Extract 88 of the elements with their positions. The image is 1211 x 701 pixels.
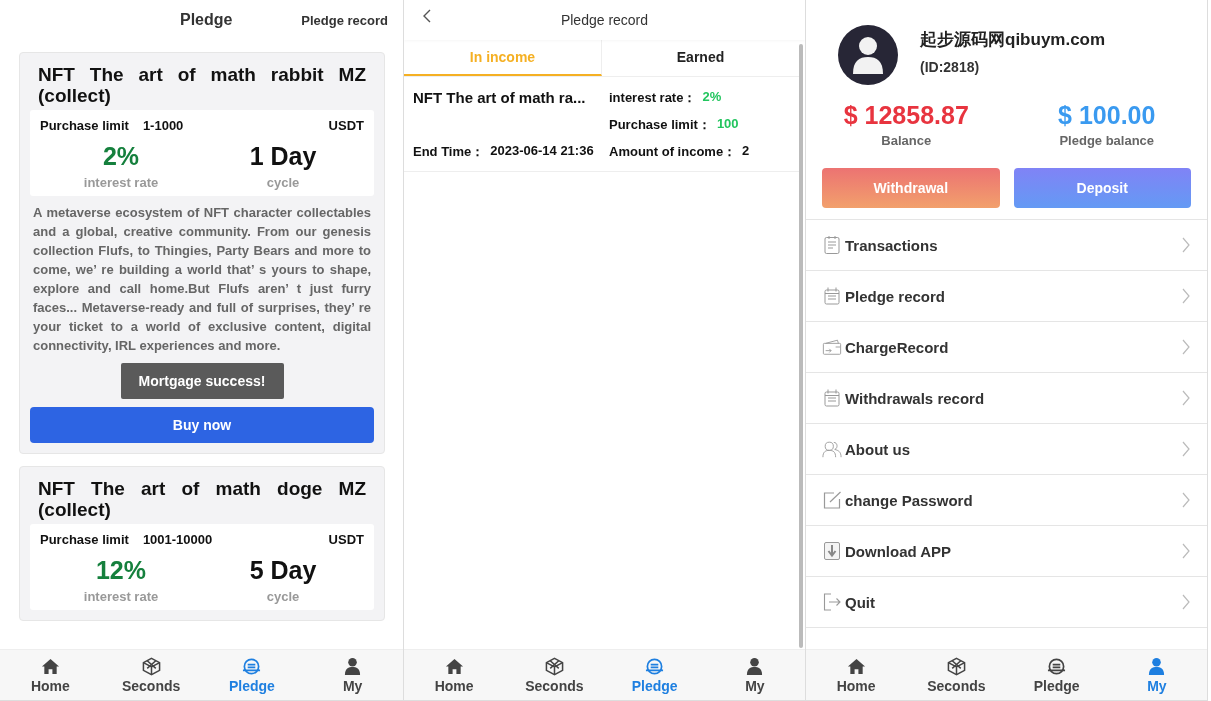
cycle-label: cycle — [266, 589, 300, 604]
chevron-right-icon — [1181, 491, 1191, 509]
pledge-icon — [645, 656, 665, 676]
user-name: 起步源码网qibuym.com — [920, 28, 1106, 51]
interest-rate-label: interest rate — [83, 589, 159, 604]
tab-bar-item[interactable]: My — [302, 650, 403, 700]
tab-bar-item[interactable]: Pledge — [1006, 650, 1107, 700]
interest-rate-value: 2% — [102, 142, 140, 171]
chevron-right-icon — [1181, 440, 1191, 458]
house-icon — [444, 656, 464, 676]
cycle-label: cycle — [266, 175, 300, 190]
balance-label: Pledge balance — [1059, 133, 1155, 148]
person-icon — [745, 656, 765, 676]
tab-bar-item[interactable]: Seconds — [100, 650, 202, 700]
person-icon — [343, 656, 363, 676]
tab-bar-item[interactable]: Home — [404, 650, 505, 700]
end-time-value: 2023-06-14 21:36 — [490, 143, 594, 160]
clipboard-icon — [822, 286, 842, 306]
page-title: Pledge — [180, 11, 233, 29]
edit-icon — [822, 490, 842, 510]
interest-rate-label: interest rate — [83, 175, 159, 190]
cube-icon — [141, 656, 161, 676]
buy-now-button[interactable]: Buy now — [30, 407, 374, 443]
record-name: NFT The art of math ra... — [413, 89, 587, 106]
chevron-right-icon — [1181, 389, 1191, 407]
download-icon — [822, 541, 842, 561]
pledge-record-link[interactable]: Pledge record — [301, 12, 388, 28]
person-icon — [1147, 656, 1167, 676]
menu-item[interactable]: change Password — [806, 475, 1207, 526]
house-icon — [846, 656, 866, 676]
back-icon[interactable] — [422, 8, 432, 24]
menu-item[interactable]: Withdrawals record — [806, 373, 1207, 424]
balance-amount: $ 12858.87 — [843, 101, 969, 130]
tab-bar-item[interactable]: My — [704, 650, 805, 700]
cube-icon — [544, 656, 564, 676]
menu-item[interactable]: Transactions — [806, 220, 1207, 271]
menu-item[interactable]: About us — [806, 424, 1207, 475]
chevron-right-icon — [1181, 542, 1191, 560]
product-title: NFT The art of math doge MZ (collect) — [37, 477, 367, 522]
interest-rate-value: 2% — [702, 89, 722, 106]
menu-item[interactable]: ChargeRecord — [806, 322, 1207, 373]
people-icon — [822, 439, 842, 459]
product-title: NFT The art of math rabbit MZ (collect) — [37, 63, 367, 108]
tab-bar-item[interactable]: Home — [0, 650, 101, 700]
card-icon — [822, 337, 842, 357]
menu-item[interactable]: Quit — [806, 577, 1207, 628]
page-title: Pledge record — [560, 12, 649, 28]
tab-bar-item[interactable]: Seconds — [504, 650, 605, 700]
purchase-limit-label: Purchase limit： — [609, 116, 711, 134]
purchase-limit-label: Purchase limit — [40, 118, 129, 133]
chevron-right-icon — [1181, 338, 1191, 356]
cycle-value: 1 Day — [249, 142, 317, 171]
purchase-limit-value: 1-1000 — [142, 118, 184, 133]
user-id: (ID:2818) — [920, 58, 981, 75]
pledge-icon — [242, 656, 262, 676]
document-icon — [822, 235, 842, 255]
tab-bar-item[interactable]: Pledge — [201, 650, 303, 700]
income-amount-value: 2 — [742, 143, 750, 160]
purchase-limit-value: 100 — [716, 116, 739, 133]
chevron-right-icon — [1181, 593, 1191, 611]
tab-bar-item[interactable]: Seconds — [906, 650, 1007, 700]
chevron-right-icon — [1181, 287, 1191, 305]
scrollbar[interactable] — [799, 44, 803, 648]
currency-label: USDT — [328, 118, 364, 133]
house-icon — [40, 656, 60, 676]
balance-amount: $ 100.00 — [1058, 101, 1156, 130]
currency-label: USDT — [328, 532, 364, 547]
product-description: A metaverse ecosystem of NFT character collectables and a global, creative community. From our genesis collection Flufs, to Thingies, Party Bears and more to come, we’ re building a world that’ s yours to shape, explore and call home.But Flufs aren’ t just furry faces... Metaverse-ready and full of surprises, they’ re your ticket to a world of exclusive content, digital connectivity, IRL experiences and more. — [33, 204, 371, 355]
tab-bar-item[interactable]: My — [1106, 650, 1207, 700]
menu-item[interactable]: Pledge record — [806, 271, 1207, 322]
income-amount-label: Amount of income： — [609, 143, 737, 161]
purchase-limit-label: Purchase limit — [40, 532, 129, 547]
clipboard-icon — [822, 388, 842, 408]
exit-icon — [822, 592, 842, 612]
purchase-limit-value: 1001-10000 — [142, 532, 213, 547]
interest-rate-value: 12% — [95, 556, 146, 585]
toast-message: Mortgage success! — [120, 363, 284, 399]
tab-bar-item[interactable]: Pledge — [604, 650, 705, 700]
tab-bar-item[interactable]: Home — [806, 650, 907, 700]
chevron-right-icon — [1181, 236, 1191, 254]
avatar-icon — [838, 25, 898, 85]
balance-label: Balance — [881, 133, 932, 148]
cube-icon — [946, 656, 966, 676]
cycle-value: 5 Day — [249, 556, 317, 585]
end-time-label: End Time： — [413, 143, 485, 161]
menu-item[interactable]: Download APP — [806, 526, 1207, 577]
interest-rate-label: interest rate： — [609, 89, 697, 107]
pledge-icon — [1047, 656, 1067, 676]
